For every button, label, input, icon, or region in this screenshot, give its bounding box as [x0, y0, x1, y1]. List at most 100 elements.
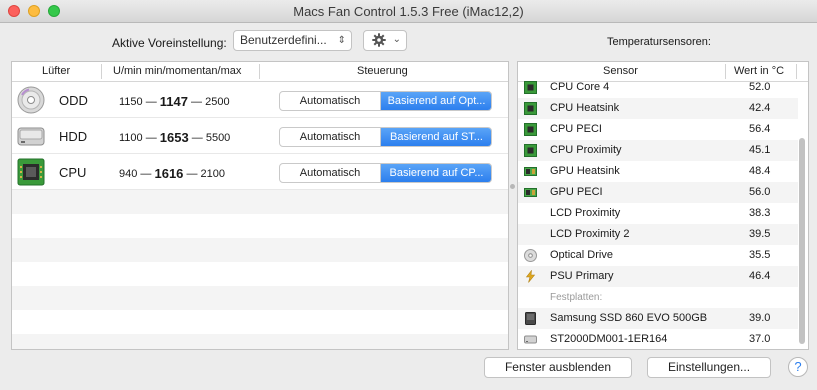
- sensor-row[interactable]: ST2000DM001-1ER164 37.0: [518, 329, 798, 349]
- column-separator: [101, 64, 102, 79]
- sensor-name: CPU Core 4: [550, 81, 610, 93]
- preset-label: Aktive Voreinstellung:: [112, 36, 227, 50]
- fan-speed: 1150 — 1147 — 2500: [119, 93, 230, 109]
- fan-row-cpu[interactable]: CPU 940 — 1616 — 2100 Automatisch Basier…: [12, 154, 508, 190]
- sensor-group-header: Festplatten:: [518, 287, 798, 308]
- sensor-value: 46.4: [749, 270, 771, 282]
- sensor-row[interactable]: PSU Primary 46.4: [518, 266, 798, 287]
- sensor-row[interactable]: CPU Heatsink 42.4: [518, 98, 798, 119]
- preset-select[interactable]: Benutzerdefini... ⇕: [233, 30, 352, 51]
- fan-name: CPU: [59, 165, 87, 180]
- fan-control-segmented: Automatisch Basierend auf Opt...: [279, 91, 492, 111]
- sensor-value: 56.0: [749, 186, 771, 198]
- dash: —: [186, 168, 198, 180]
- sensor-based-button[interactable]: Basierend auf Opt...: [381, 92, 491, 110]
- automatic-button[interactable]: Automatisch: [280, 164, 381, 182]
- sensor-name: Optical Drive: [550, 249, 613, 261]
- cpu-chip-icon: [524, 144, 537, 157]
- hard-drive-icon: [524, 335, 537, 344]
- sensor-name: LCD Proximity: [550, 207, 621, 219]
- hard-drive-icon: [17, 127, 45, 146]
- split-view-handle[interactable]: [510, 184, 515, 189]
- sensor-value: 35.5: [749, 249, 771, 261]
- sensor-row[interactable]: Optical Drive 35.5: [518, 245, 798, 266]
- fan-max-rpm: 2500: [205, 96, 230, 108]
- empty-row: [12, 190, 508, 214]
- sensor-name: GPU Heatsink: [550, 165, 620, 177]
- sensor-value: 56.4: [749, 123, 771, 135]
- fan-max-rpm: 2100: [200, 168, 226, 180]
- column-header-sensor[interactable]: Sensor: [603, 65, 638, 77]
- automatic-button[interactable]: Automatisch: [280, 128, 381, 146]
- fan-max-rpm: 5500: [205, 132, 231, 144]
- optical-drive-icon: [17, 86, 45, 114]
- cpu-chip-icon: [17, 158, 45, 186]
- power-bolt-icon: [525, 270, 536, 283]
- fan-current-rpm: 1147: [159, 94, 188, 109]
- sensor-row[interactable]: GPU Heatsink 48.4: [518, 161, 798, 182]
- fan-row-odd[interactable]: ODD 1150 — 1147 — 2500 Automatisch Basie…: [12, 82, 508, 118]
- gear-menu-button[interactable]: ⌄: [363, 30, 407, 51]
- cpu-chip-icon: [524, 81, 537, 94]
- sensor-name: CPU PECI: [550, 123, 602, 135]
- sensor-name: GPU PECI: [550, 186, 603, 198]
- sensor-name: LCD Proximity 2: [550, 228, 630, 240]
- sensor-row[interactable]: CPU Proximity 45.1: [518, 140, 798, 161]
- sensors-title: Temperatursensoren:: [607, 36, 711, 48]
- column-header-value[interactable]: Wert in °C: [734, 65, 784, 77]
- chevron-down-icon: ⌄: [392, 34, 401, 45]
- sensor-value: 45.1: [749, 144, 771, 156]
- dash: —: [191, 96, 203, 108]
- group-label: Festplatten:: [550, 292, 603, 303]
- ssd-icon: [525, 312, 536, 325]
- fans-table-header: Lüfter U/min min/momentan/max Steuerung: [12, 62, 508, 82]
- fan-control-segmented: Automatisch Basierend auf ST...: [279, 127, 492, 147]
- gpu-card-icon: [524, 188, 537, 197]
- fan-name: ODD: [59, 93, 88, 108]
- dash: —: [191, 132, 203, 144]
- fan-min-rpm: 1150: [119, 96, 143, 108]
- dash: —: [145, 96, 157, 108]
- sensor-row[interactable]: GPU PECI 56.0: [518, 182, 798, 203]
- sensor-row[interactable]: Samsung SSD 860 EVO 500GB 39.0: [518, 308, 798, 329]
- fan-speed: 940 — 1616 — 2100: [119, 165, 226, 181]
- cpu-chip-icon: [524, 102, 537, 115]
- sensor-value: 38.3: [749, 207, 771, 219]
- sensor-row[interactable]: LCD Proximity 38.3: [518, 203, 798, 224]
- sensor-value: 42.4: [749, 102, 771, 114]
- scrollbar[interactable]: [799, 138, 805, 344]
- sensors-table: Sensor Wert in °C CPU Core 4 52.0 CPU He…: [517, 61, 809, 350]
- dash: —: [140, 168, 152, 180]
- sensor-name: PSU Primary: [550, 270, 614, 282]
- sensor-value: 39.0: [749, 312, 771, 324]
- column-header-speed[interactable]: U/min min/momentan/max: [113, 65, 241, 77]
- sensor-based-button[interactable]: Basierend auf CP...: [381, 164, 491, 182]
- sensor-name: CPU Proximity: [550, 144, 622, 156]
- fan-current-rpm: 1616: [154, 166, 184, 181]
- preset-select-value: Benutzerdefini...: [240, 33, 327, 47]
- sensor-row[interactable]: CPU PECI 56.4: [518, 119, 798, 140]
- column-header-fan[interactable]: Lüfter: [42, 65, 70, 77]
- sensor-row[interactable]: LCD Proximity 2 39.5: [518, 224, 798, 245]
- sensor-name: ST2000DM001-1ER164: [550, 333, 668, 345]
- fan-control-segmented: Automatisch Basierend auf CP...: [279, 163, 492, 183]
- column-separator: [259, 64, 260, 79]
- chevron-updown-icon: ⇕: [337, 35, 346, 46]
- gear-icon: [372, 33, 386, 47]
- dash: —: [145, 132, 157, 144]
- settings-button[interactable]: Einstellungen...: [647, 357, 771, 378]
- fan-min-rpm: 1100: [119, 132, 143, 144]
- help-button[interactable]: ?: [788, 357, 808, 377]
- fan-speed: 1100 — 1653 — 5500: [119, 129, 231, 145]
- hide-window-button[interactable]: Fenster ausblenden: [484, 357, 632, 378]
- sensor-row[interactable]: CPU Core 4 52.0: [518, 77, 798, 98]
- fan-row-hdd[interactable]: HDD 1100 — 1653 — 5500 Automatisch Basie…: [12, 118, 508, 154]
- sensor-name: Samsung SSD 860 EVO 500GB: [550, 312, 708, 324]
- sensor-based-button[interactable]: Basierend auf ST...: [381, 128, 491, 146]
- title-bar: Macs Fan Control 1.5.3 Free (iMac12,2): [0, 0, 817, 23]
- fan-name: HDD: [59, 129, 88, 144]
- automatic-button[interactable]: Automatisch: [280, 92, 381, 110]
- sensor-name: CPU Heatsink: [550, 102, 620, 114]
- fan-current-rpm: 1653: [159, 130, 189, 145]
- column-header-control[interactable]: Steuerung: [357, 65, 408, 77]
